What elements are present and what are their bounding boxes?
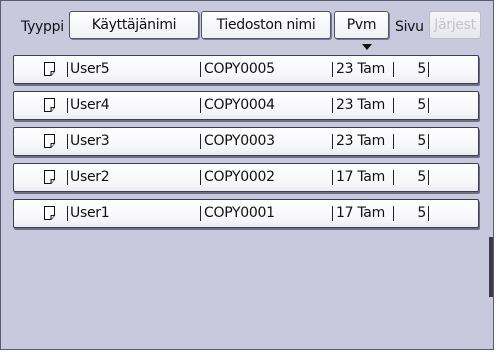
column-separator bbox=[67, 62, 68, 77]
column-separator bbox=[332, 206, 333, 221]
column-separator bbox=[428, 134, 429, 149]
column-separator bbox=[200, 170, 201, 185]
column-separator bbox=[332, 170, 333, 185]
type-label: Tyyppi bbox=[21, 19, 64, 35]
date-cell: 23 Tam bbox=[336, 61, 385, 77]
column-separator bbox=[200, 62, 201, 77]
file-row[interactable]: User3 COPY0003 23 Tam 5 bbox=[13, 127, 479, 156]
column-separator bbox=[332, 62, 333, 77]
date-cell: 23 Tam bbox=[336, 97, 385, 113]
file-row[interactable]: User1 COPY0001 17 Tam 5 bbox=[13, 199, 479, 228]
file-name-cell: COPY0004 bbox=[204, 97, 275, 113]
pages-cell: 5 bbox=[417, 61, 426, 77]
column-separator bbox=[200, 206, 201, 221]
column-separator bbox=[67, 206, 68, 221]
file-row[interactable]: User5 COPY0005 23 Tam 5 bbox=[13, 55, 479, 84]
column-separator bbox=[67, 98, 68, 113]
date-cell: 17 Tam bbox=[336, 169, 385, 185]
document-icon bbox=[44, 170, 55, 184]
column-separator bbox=[200, 134, 201, 149]
pages-cell: 5 bbox=[417, 97, 426, 113]
file-row[interactable]: User2 COPY0002 17 Tam 5 bbox=[13, 163, 479, 192]
file-name-cell: COPY0002 bbox=[204, 169, 275, 185]
pages-cell: 5 bbox=[417, 133, 426, 149]
column-separator bbox=[428, 206, 429, 221]
column-separator bbox=[332, 134, 333, 149]
document-icon bbox=[44, 62, 55, 76]
column-separator bbox=[332, 98, 333, 113]
column-separator bbox=[428, 98, 429, 113]
column-separator bbox=[200, 98, 201, 113]
date-cell: 23 Tam bbox=[336, 133, 385, 149]
column-separator bbox=[67, 134, 68, 149]
column-separator bbox=[428, 62, 429, 77]
order-button[interactable]: Järjest bbox=[429, 11, 481, 39]
column-separator bbox=[67, 170, 68, 185]
user-name-cell: User5 bbox=[70, 61, 110, 77]
user-name-cell: User4 bbox=[70, 97, 110, 113]
file-row[interactable]: User4 COPY0004 23 Tam 5 bbox=[13, 91, 479, 120]
file-list-screen: Tyyppi Käyttäjänimi Tiedoston nimi Pvm S… bbox=[0, 0, 494, 350]
scrollbar-edge bbox=[489, 237, 493, 297]
file-name-cell: COPY0005 bbox=[204, 61, 275, 77]
sort-descending-icon bbox=[362, 44, 372, 50]
pages-cell: 5 bbox=[417, 169, 426, 185]
document-icon bbox=[44, 98, 55, 112]
sort-by-user-name-button[interactable]: Käyttäjänimi bbox=[69, 11, 199, 39]
document-icon bbox=[44, 206, 55, 220]
pages-cell: 5 bbox=[417, 205, 426, 221]
sort-by-file-name-button[interactable]: Tiedoston nimi bbox=[201, 11, 331, 39]
sort-by-date-button[interactable]: Pvm bbox=[334, 11, 389, 39]
file-name-cell: COPY0001 bbox=[204, 205, 275, 221]
user-name-cell: User3 bbox=[70, 133, 110, 149]
page-count-label: Sivu bbox=[395, 19, 424, 35]
user-name-cell: User2 bbox=[70, 169, 110, 185]
user-name-cell: User1 bbox=[70, 205, 110, 221]
document-icon bbox=[44, 134, 55, 148]
column-separator bbox=[428, 170, 429, 185]
list-header: Tyyppi Käyttäjänimi Tiedoston nimi Pvm S… bbox=[1, 1, 495, 51]
file-name-cell: COPY0003 bbox=[204, 133, 275, 149]
date-cell: 17 Tam bbox=[336, 205, 385, 221]
